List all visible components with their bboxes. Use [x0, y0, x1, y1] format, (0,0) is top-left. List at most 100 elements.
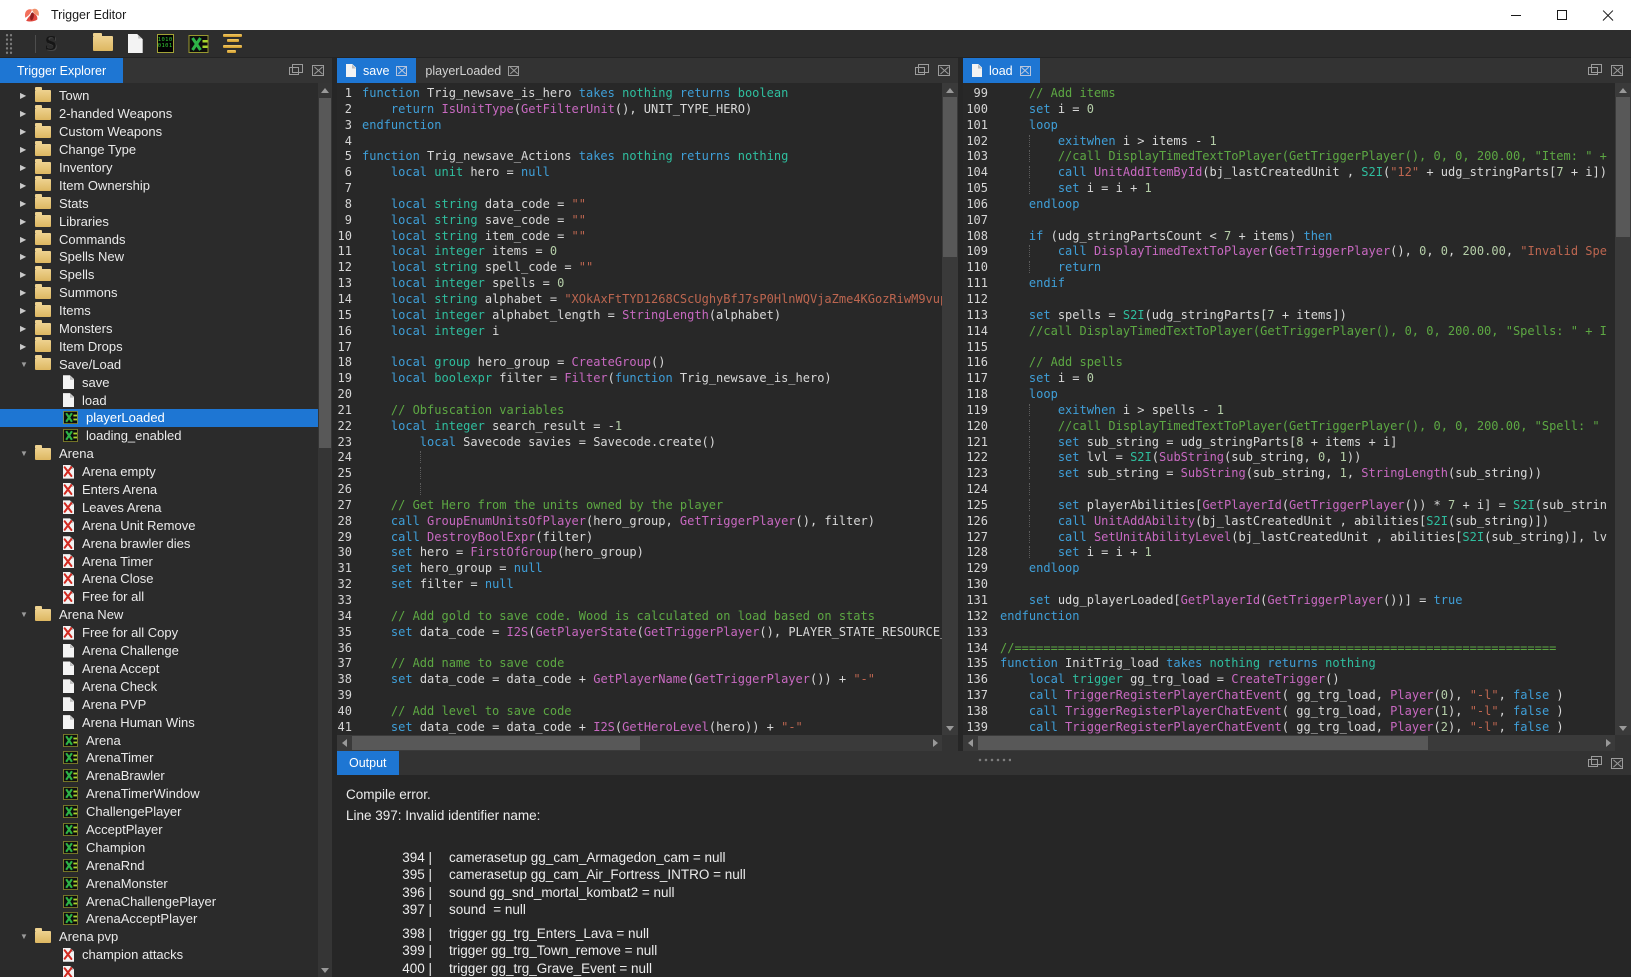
tree-item-arena-new[interactable]: ▼Arena New [0, 606, 318, 624]
tree-item-items[interactable]: ▶Items [0, 302, 318, 320]
tree-item-arena-empty[interactable]: Arena empty [0, 463, 318, 481]
tree-item-item-ownership[interactable]: ▶Item Ownership [0, 176, 318, 194]
chevron-right-icon[interactable]: ▶ [20, 324, 35, 333]
close-tab-icon[interactable] [396, 66, 407, 76]
tree-item-inventory[interactable]: ▶Inventory [0, 159, 318, 177]
tree-item-arena-timer[interactable]: Arena Timer [0, 552, 318, 570]
chevron-down-icon[interactable]: ▼ [20, 449, 35, 458]
tree-item-loading-enabled[interactable]: loading_enabled [0, 427, 318, 445]
tab-save[interactable]: save [337, 58, 416, 83]
tree-item-load[interactable]: load [0, 391, 318, 409]
minimize-button[interactable] [1493, 0, 1539, 30]
scroll-up-icon[interactable] [1615, 83, 1631, 97]
scroll-down-icon[interactable] [1615, 721, 1631, 735]
close-tab-icon[interactable] [508, 66, 519, 76]
tree-item-arena-pvp[interactable]: ▼Arena pvp [0, 928, 318, 946]
close-panel-icon[interactable] [312, 65, 324, 76]
tree-item-champion-attacks[interactable]: champion attacks [0, 946, 318, 964]
float-panel-icon[interactable] [1588, 67, 1598, 75]
close-tab-icon[interactable] [1020, 66, 1031, 76]
tree-item-free-for-all-copy[interactable]: Free for all Copy [0, 624, 318, 642]
horizontal-scrollbar[interactable] [337, 735, 942, 751]
tree-item-arena[interactable]: Arena [0, 731, 318, 749]
binary-data-button[interactable]: 10100101 [157, 34, 174, 53]
scroll-right-icon[interactable] [1601, 735, 1615, 751]
tree-item-stats[interactable]: ▶Stats [0, 194, 318, 212]
scrollbar-thumb[interactable] [319, 98, 331, 448]
chevron-right-icon[interactable]: ▶ [20, 127, 35, 136]
close-panel-icon[interactable] [938, 65, 950, 76]
variables-button[interactable] [188, 35, 209, 53]
syntax-checker-icon[interactable]: S [45, 33, 57, 54]
new-trigger-button[interactable] [128, 34, 143, 53]
chevron-right-icon[interactable]: ▶ [20, 342, 35, 351]
tree-item-arenaacceptplayer[interactable]: ArenaAcceptPlayer [0, 910, 318, 928]
chevron-right-icon[interactable]: ▶ [20, 270, 35, 279]
chevron-right-icon[interactable]: ▶ [20, 109, 35, 118]
tree-item-summons[interactable]: ▶Summons [0, 284, 318, 302]
scrollbar-thumb[interactable] [943, 97, 957, 257]
tree-item-enters-arena[interactable]: Enters Arena [0, 481, 318, 499]
tab-load[interactable]: load [963, 58, 1040, 83]
scroll-left-icon[interactable] [963, 735, 977, 751]
tree-item-leaves-arena[interactable]: Leaves Arena [0, 498, 318, 516]
tab-output[interactable]: Output [337, 751, 399, 775]
toolbar-drag-grip[interactable] [5, 33, 13, 55]
chevron-right-icon[interactable]: ▶ [20, 91, 35, 100]
tree-item-save[interactable]: save [0, 373, 318, 391]
tree-item-arena-check[interactable]: Arena Check [0, 677, 318, 695]
chevron-right-icon[interactable]: ▶ [20, 306, 35, 315]
chevron-right-icon[interactable]: ▶ [20, 217, 35, 226]
tree-item-arena-accept[interactable]: Arena Accept [0, 660, 318, 678]
tree-item-libraries[interactable]: ▶Libraries [0, 212, 318, 230]
float-panel-icon[interactable] [915, 67, 925, 75]
chevron-right-icon[interactable]: ▶ [20, 181, 35, 190]
tree-item-free-for-all[interactable]: Free for all [0, 588, 318, 606]
explorer-title-tab[interactable]: Trigger Explorer [0, 58, 123, 83]
tree-item-arena-close[interactable]: Arena Close [0, 570, 318, 588]
tree-item-custom-weapons[interactable]: ▶Custom Weapons [0, 123, 318, 141]
tree-item-spells-new[interactable]: ▶Spells New [0, 248, 318, 266]
tree-item-arena-pvp[interactable]: Arena PVP [0, 695, 318, 713]
close-panel-icon[interactable] [1611, 65, 1623, 76]
tree-item-monsters[interactable]: ▶Monsters [0, 320, 318, 338]
code-area-load[interactable]: 99 // Add items100 set i = 0101 loop102 … [963, 83, 1615, 735]
tree-item-town[interactable]: ▶Town [0, 87, 318, 105]
chevron-down-icon[interactable]: ▼ [20, 610, 35, 619]
scroll-up-icon[interactable] [942, 83, 958, 97]
tree-item-acceptplayer[interactable]: AcceptPlayer [0, 821, 318, 839]
new-category-button[interactable] [93, 36, 113, 51]
chevron-down-icon[interactable]: ▼ [20, 360, 35, 369]
scroll-down-icon[interactable] [942, 721, 958, 735]
tree-item-item-drops[interactable]: ▶Item Drops [0, 337, 318, 355]
chevron-right-icon[interactable]: ▶ [20, 235, 35, 244]
chevron-right-icon[interactable]: ▶ [20, 199, 35, 208]
horizontal-scrollbar[interactable] [963, 735, 1615, 751]
explorer-scrollbar[interactable] [318, 83, 332, 977]
tree-item-change-type[interactable]: ▶Change Type [0, 141, 318, 159]
close-panel-icon[interactable] [1611, 758, 1623, 769]
tree-item-save-load[interactable]: ▼Save/Load [0, 355, 318, 373]
tree-item-2-handed-weapons[interactable]: ▶2-handed Weapons [0, 105, 318, 123]
code-area-save[interactable]: 1function Trig_newsave_is_hero takes not… [337, 83, 942, 735]
tree-item-playerloaded[interactable]: playerLoaded [0, 409, 318, 427]
scrollbar-thumb[interactable] [1616, 97, 1630, 237]
vertical-scrollbar[interactable] [942, 83, 958, 735]
tree-item-item[interactable] [0, 964, 318, 977]
scroll-down-icon[interactable] [318, 963, 332, 977]
tree-item-arenatimerwindow[interactable]: ArenaTimerWindow [0, 785, 318, 803]
tree-item-arenatimer[interactable]: ArenaTimer [0, 749, 318, 767]
tree-item-arenamonster[interactable]: ArenaMonster [0, 874, 318, 892]
chevron-right-icon[interactable]: ▶ [20, 288, 35, 297]
tree-item-commands[interactable]: ▶Commands [0, 230, 318, 248]
chevron-right-icon[interactable]: ▶ [20, 145, 35, 154]
tree-item-arenachallengeplayer[interactable]: ArenaChallengePlayer [0, 892, 318, 910]
chevron-right-icon[interactable]: ▶ [20, 163, 35, 172]
scroll-up-icon[interactable] [318, 83, 332, 97]
tree-item-arena-brawler-dies[interactable]: Arena brawler dies [0, 534, 318, 552]
tree-item-arena-human-wins[interactable]: Arena Human Wins [0, 713, 318, 731]
script-comments-button[interactable] [223, 34, 243, 54]
maximize-button[interactable] [1539, 0, 1585, 30]
scrollbar-thumb[interactable] [978, 736, 1428, 750]
chevron-right-icon[interactable]: ▶ [20, 252, 35, 261]
